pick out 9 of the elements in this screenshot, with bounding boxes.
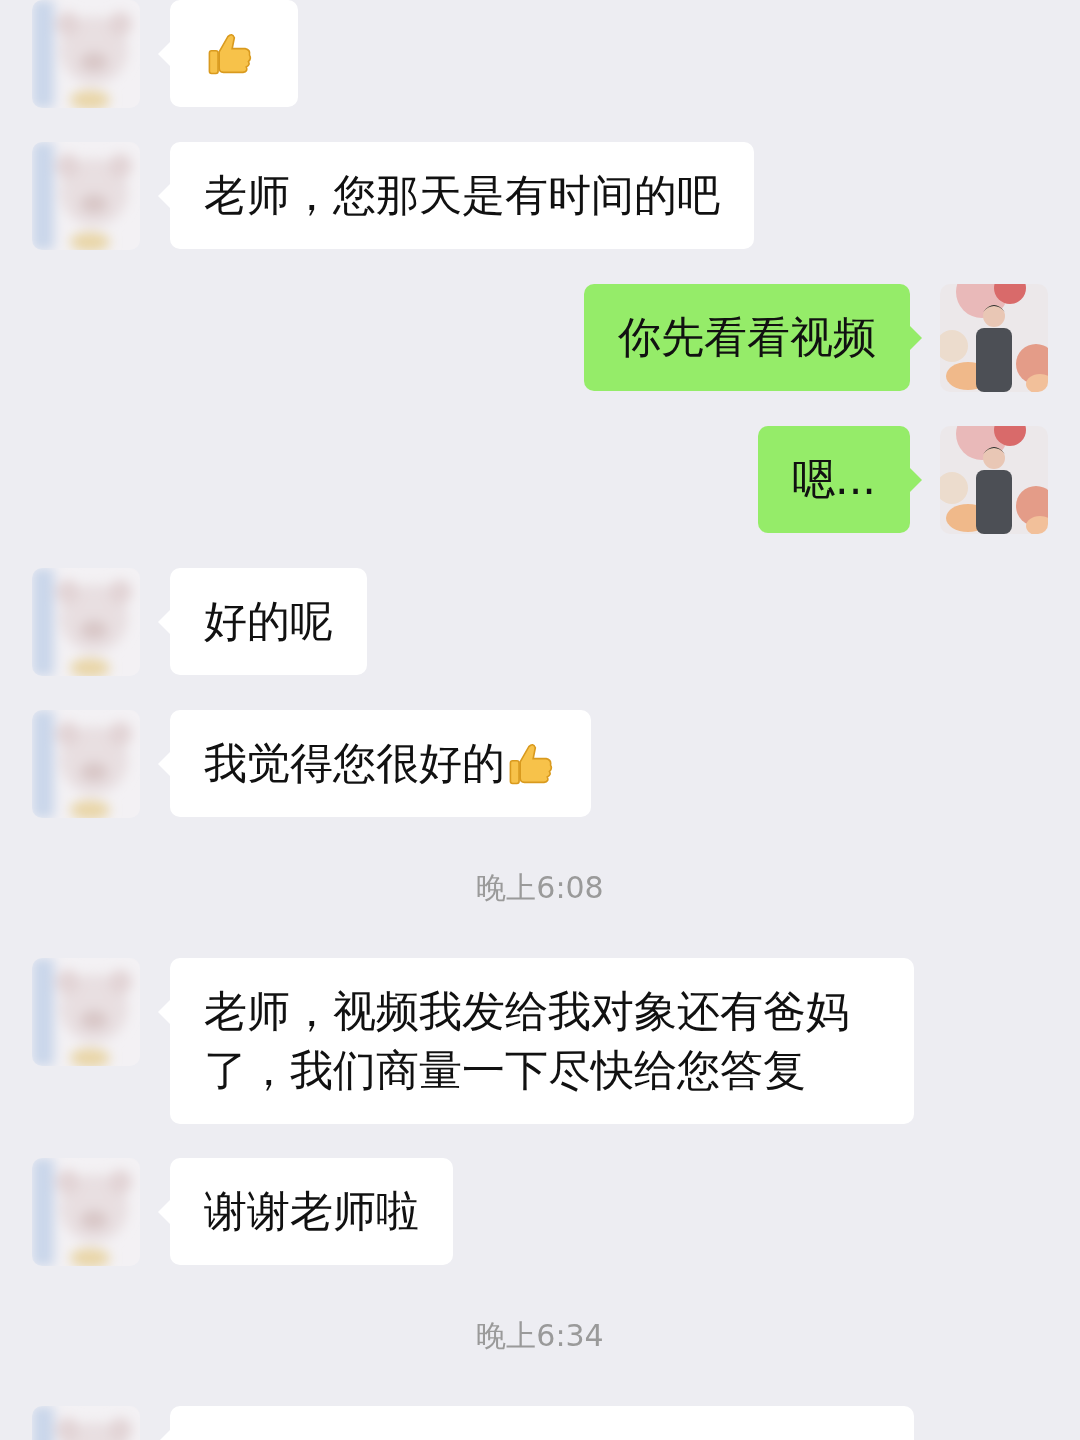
timestamp: 晚上6:08 xyxy=(476,868,604,907)
timestamp: 晚上6:34 xyxy=(476,1316,604,1355)
message-bubble: 嗯... xyxy=(758,426,910,533)
message-bubble: 好的呢 xyxy=(170,568,367,675)
message-bubble: 谢谢老师啦 xyxy=(170,1158,453,1265)
message-bubble: 我觉得您很好的 xyxy=(170,710,591,817)
message-bubble: 你先看看视频 xyxy=(584,284,910,391)
message-bubble: 老师，视频我发给我对象还有爸妈了，我们商量一下尽快给您答复 xyxy=(170,958,914,1124)
message-bubble: 老师，您那天是有时间的吧 xyxy=(170,142,754,249)
